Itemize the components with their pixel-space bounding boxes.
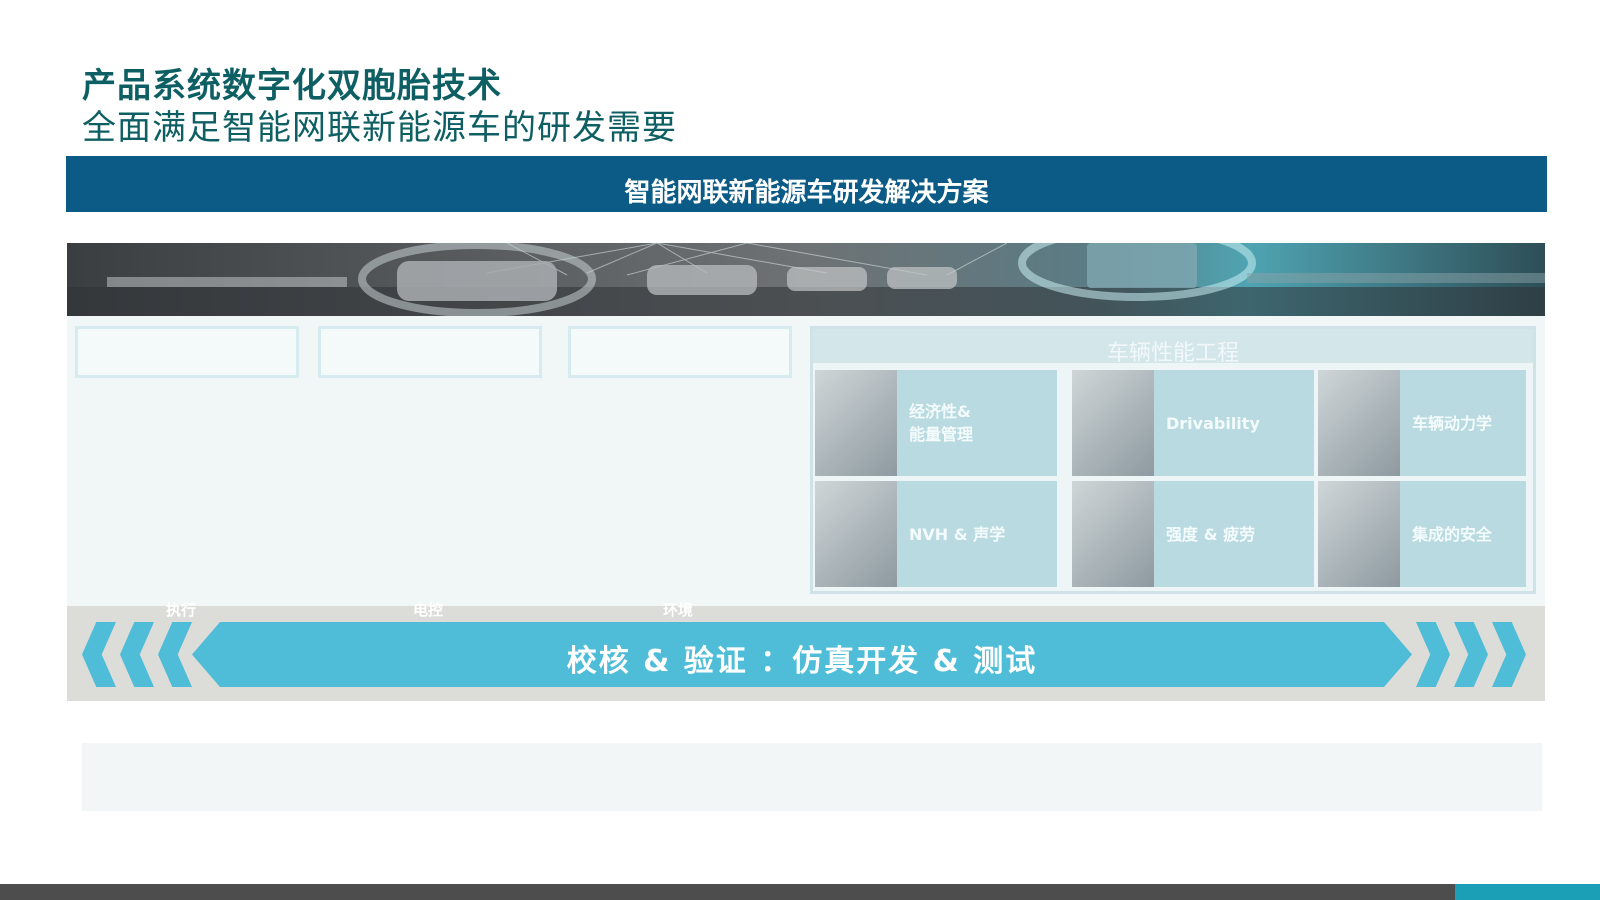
footer-bar <box>0 884 1455 900</box>
connected-vehicles-photo <box>67 243 1545 316</box>
tile-economy: 经济性& 能量管理 <box>815 370 1057 476</box>
tile-vehicle-dynamics-label: 车辆动力学 <box>1412 413 1493 433</box>
tile-economy-photo <box>815 370 897 476</box>
system-card-2 <box>318 326 542 378</box>
tile-nvh-label: NVH & 声学 <box>909 524 1006 544</box>
tile-nvh-photo <box>815 481 897 587</box>
footer-accent <box>1455 884 1600 900</box>
cut-label-execution: 执行 <box>166 601 197 619</box>
cut-label-electronic-control: 电控 <box>413 601 444 619</box>
tile-safety-label: 集成的安全 <box>1412 524 1493 544</box>
system-card-1 <box>75 326 299 378</box>
tile-safety-photo <box>1318 481 1400 587</box>
tile-strength: 强度 & 疲劳 <box>1072 481 1314 587</box>
tile-drivability: Drivability <box>1072 370 1314 476</box>
road-illustration <box>67 243 1545 316</box>
cut-label-environment: 环境 <box>663 601 694 619</box>
tile-safety: 集成的安全 <box>1318 481 1526 587</box>
tile-vehicle-dynamics: 车辆动力学 <box>1318 370 1526 476</box>
tile-strength-label: 强度 & 疲劳 <box>1166 524 1256 544</box>
tile-drivability-photo <box>1072 370 1154 476</box>
tile-economy-label: 经济性& 能量管理 <box>909 402 974 444</box>
tile-strength-photo <box>1072 481 1154 587</box>
tile-drivability-label: Drivability <box>1166 413 1260 433</box>
solution-banner: 智能网联新能源车研发解决方案 <box>66 156 1547 212</box>
vehicle-performance-heading-label: 车辆性能工程 <box>1106 341 1239 366</box>
system-card-3 <box>568 326 792 378</box>
lower-content-area <box>82 743 1542 811</box>
validation-label: 校核 & 验证 ：仿真开发 & 测试 <box>566 644 1038 679</box>
solution-banner-label: 智能网联新能源车研发解决方案 <box>624 178 989 208</box>
tile-vehicle-dynamics-photo <box>1318 370 1400 476</box>
vehicle-performance-heading: 车辆性能工程 <box>813 329 1533 366</box>
tile-nvh: NVH & 声学 <box>815 481 1057 587</box>
validation-arrow-bar: 校核 & 验证 ：仿真开发 & 测试 <box>192 622 1412 687</box>
page-subtitle: 全面满足智能网联新能源车的研发需要 <box>82 108 677 148</box>
